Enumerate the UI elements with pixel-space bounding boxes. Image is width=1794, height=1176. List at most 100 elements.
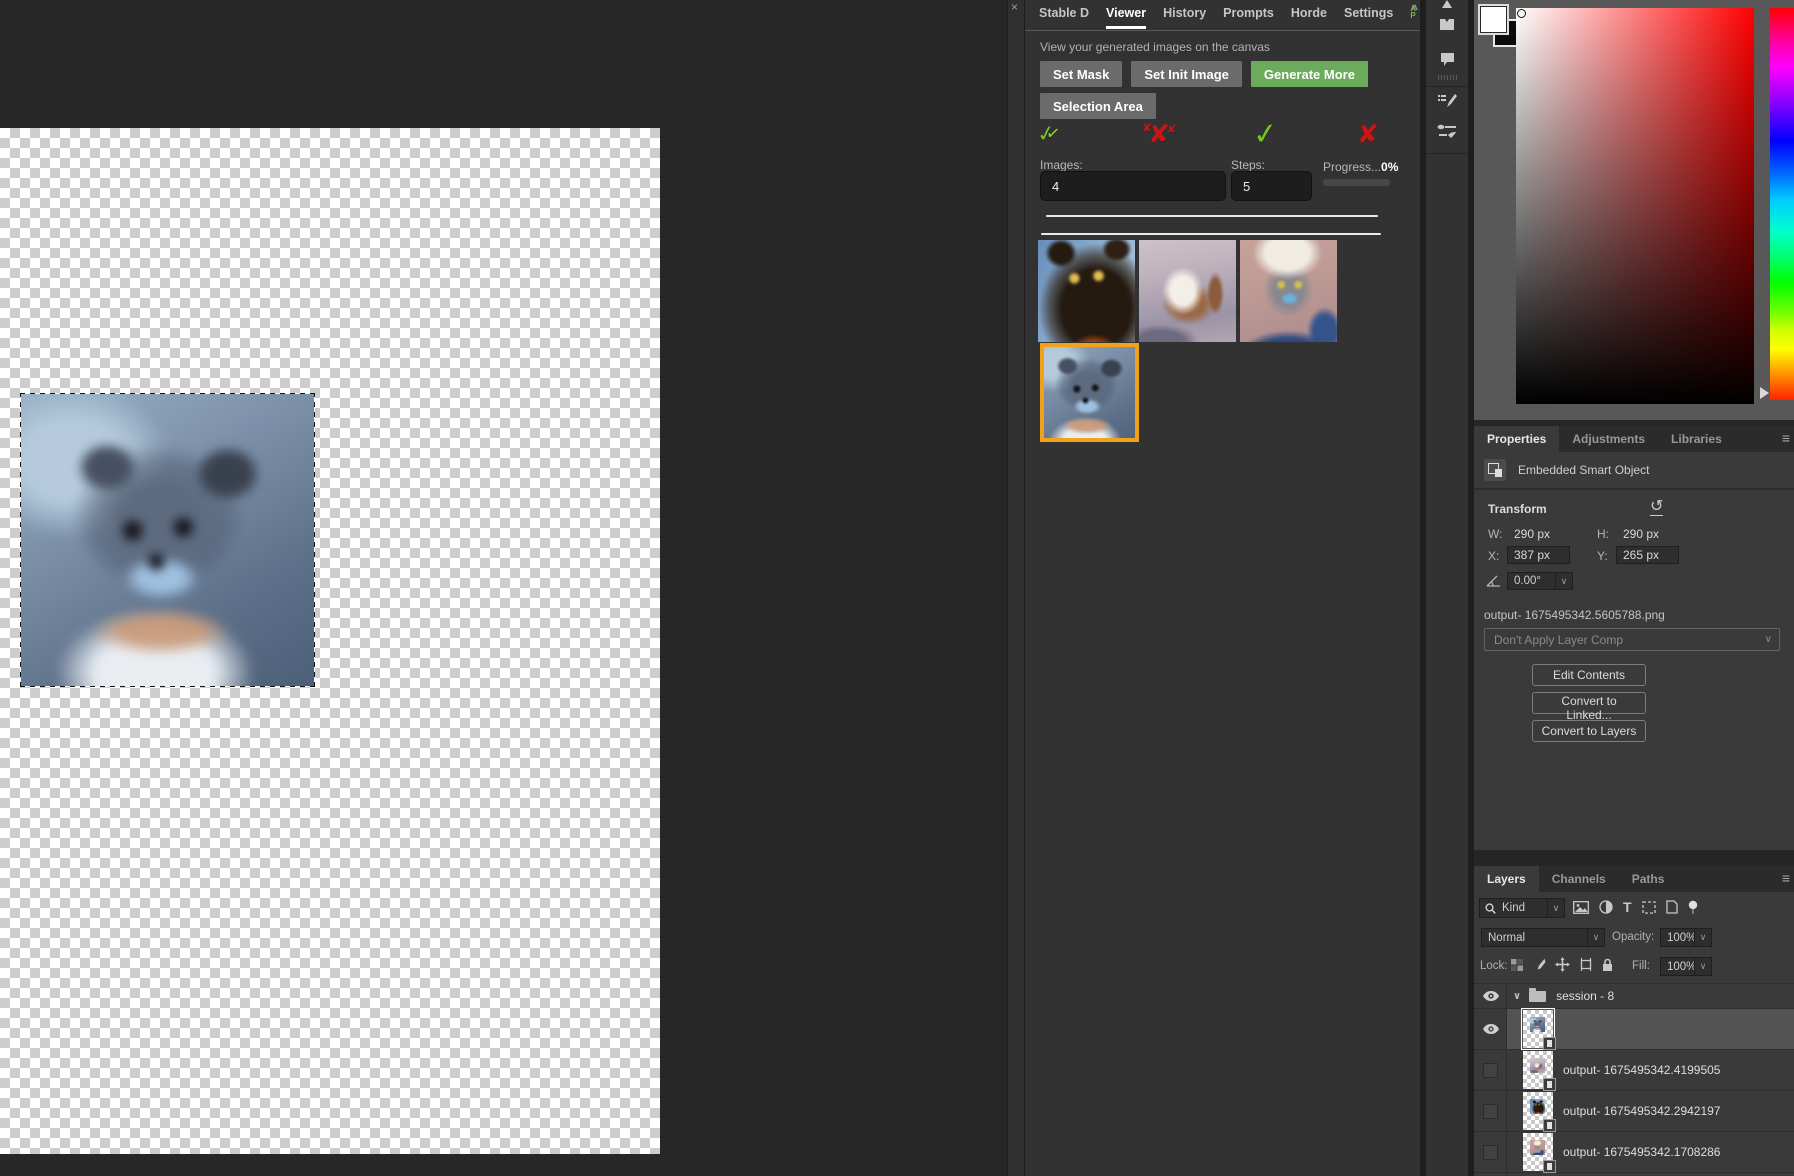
layer-group-row[interactable]: ∨ session - 8 <box>1474 984 1794 1008</box>
layer-name: output- 1675495342.1708286 <box>1563 1145 1720 1159</box>
foreground-color-swatch[interactable] <box>1480 6 1507 33</box>
layer-row[interactable]: output- 1675495342.2942197 <box>1474 1091 1794 1131</box>
steps-label: Steps: <box>1231 158 1265 172</box>
visibility-toggle[interactable] <box>1474 991 1507 1001</box>
convert-to-linked-button[interactable]: Convert to Linked... <box>1532 692 1646 714</box>
shape-filter-icon[interactable] <box>1642 901 1656 914</box>
layer-row-selected[interactable]: output- 1675495342.5605788 <box>1474 1009 1794 1049</box>
generated-thumb-1[interactable] <box>1038 240 1135 342</box>
lock-all-icon[interactable] <box>1602 958 1613 972</box>
tab-stable-d[interactable]: Stable D <box>1039 6 1089 26</box>
layer-thumbnail[interactable] <box>1523 1133 1553 1171</box>
lock-transparency-icon[interactable] <box>1510 958 1524 972</box>
kind-filter-select[interactable]: Kind ∨ <box>1479 898 1565 918</box>
images-label: Images: <box>1040 158 1083 172</box>
generated-thumb-2[interactable] <box>1139 240 1236 342</box>
document-canvas[interactable] <box>0 128 660 1154</box>
set-init-image-button[interactable]: Set Init Image <box>1131 61 1242 87</box>
color-gradient-field[interactable] <box>1516 8 1754 404</box>
chevron-down-icon: ∨ <box>1694 929 1711 946</box>
smart-object-filter-icon[interactable] <box>1666 900 1678 914</box>
y-input[interactable]: 265 px <box>1616 546 1679 564</box>
fill-select[interactable]: 100% ∨ <box>1660 957 1712 976</box>
x-label: X: <box>1488 549 1499 563</box>
layer-thumbnail[interactable] <box>1523 1010 1553 1048</box>
convert-to-layers-button[interactable]: Convert to Layers <box>1532 720 1646 742</box>
pen-icon[interactable] <box>1438 0 1456 8</box>
tab-settings[interactable]: Settings <box>1344 6 1393 26</box>
lock-label: Lock: <box>1480 960 1508 972</box>
layer-name: output- 1675495342.2942197 <box>1563 1104 1720 1118</box>
dock-grip[interactable] <box>1426 75 1468 80</box>
opacity-label: Opacity: <box>1612 931 1654 943</box>
reset-transform-icon[interactable]: ↺ <box>1650 498 1663 516</box>
generated-thumb-4-selected[interactable] <box>1040 343 1139 442</box>
brush-settings-icon[interactable] <box>1437 93 1457 110</box>
type-filter-icon[interactable]: T <box>1623 899 1632 915</box>
hue-slider-handle[interactable] <box>1760 387 1769 399</box>
comments-icon[interactable] <box>1439 51 1456 67</box>
progress-label: Progress...0% <box>1323 160 1398 174</box>
visibility-toggle[interactable] <box>1474 1145 1507 1160</box>
set-mask-button[interactable]: Set Mask <box>1040 61 1122 87</box>
tab-libraries[interactable]: Libraries <box>1658 426 1735 452</box>
generate-more-button[interactable]: Generate More <box>1251 61 1368 87</box>
x-input[interactable]: 387 px <box>1507 546 1570 564</box>
visibility-toggle[interactable] <box>1474 1063 1507 1078</box>
tab-history[interactable]: History <box>1163 6 1206 26</box>
smart-object-filename: output- 1675495342.5605788.png <box>1484 608 1665 622</box>
group-expand-icon[interactable]: ∨ <box>1513 991 1521 1002</box>
panel-menu-icon[interactable]: ≡ <box>1782 430 1790 446</box>
tab-adjustments[interactable]: Adjustments <box>1559 426 1658 452</box>
hue-bar[interactable] <box>1770 8 1794 400</box>
pixel-filter-icon[interactable] <box>1573 901 1589 914</box>
generated-thumb-3[interactable] <box>1240 240 1337 342</box>
color-picker-marker[interactable] <box>1517 9 1526 18</box>
panel-scrollbar[interactable]: × <box>1007 0 1025 1176</box>
layer-row[interactable]: output- 1675495342.1708286 <box>1474 1132 1794 1172</box>
tab-paths[interactable]: Paths <box>1619 866 1678 892</box>
layer-comp-select[interactable]: Don't Apply Layer Comp ∨ <box>1484 628 1780 651</box>
layer-thumbnail[interactable] <box>1523 1051 1553 1089</box>
images-input[interactable] <box>1040 171 1226 201</box>
blend-mode-select[interactable]: Normal ∨ <box>1481 928 1605 947</box>
tab-horde[interactable]: Horde <box>1291 6 1327 26</box>
close-icon[interactable]: × <box>1011 0 1018 14</box>
angle-select[interactable]: 0.00° ∨ <box>1507 572 1573 590</box>
visibility-toggle[interactable] <box>1474 1024 1507 1034</box>
cross-icon: ✘ <box>1357 116 1379 152</box>
eye-icon <box>1483 991 1499 1001</box>
tab-prompts[interactable]: Prompts <box>1223 6 1274 26</box>
angle-value: 0.00° <box>1508 575 1555 587</box>
filter-toggle-icon[interactable] <box>1688 900 1698 915</box>
adjustment-filter-icon[interactable] <box>1599 900 1613 914</box>
opacity-select[interactable]: 100% ∨ <box>1660 928 1712 947</box>
brushes-icon[interactable] <box>1437 123 1457 139</box>
tab-viewer[interactable]: Viewer <box>1106 6 1146 29</box>
object-type-label: Embedded Smart Object <box>1518 463 1649 477</box>
tab-channels[interactable]: Channels <box>1539 866 1619 892</box>
lock-position-icon[interactable] <box>1555 957 1570 972</box>
lock-pixels-icon[interactable] <box>1533 958 1546 971</box>
chevron-down-icon: ∨ <box>1555 573 1572 589</box>
w-value: 290 px <box>1514 527 1550 541</box>
layer-row[interactable]: output- 1675495342.4199505 <box>1474 1050 1794 1090</box>
y-label: Y: <box>1597 549 1608 563</box>
panel-menu-icon[interactable]: ≡ <box>1782 870 1790 886</box>
tab-layers[interactable]: Layers <box>1474 866 1539 892</box>
generated-image-selection[interactable] <box>20 393 315 687</box>
search-icon <box>1485 903 1496 914</box>
scroll-up-icon[interactable]: ^ <box>1411 2 1418 16</box>
generated-cat-image[interactable] <box>21 394 314 686</box>
visibility-toggle[interactable] <box>1474 1104 1507 1119</box>
layer-thumbnail[interactable] <box>1523 1092 1553 1130</box>
smart-object-badge <box>1543 1160 1556 1173</box>
lock-artboard-icon[interactable] <box>1579 958 1593 971</box>
panel-gap <box>1474 850 1794 866</box>
progress-bar <box>1323 179 1390 186</box>
steps-input[interactable] <box>1231 171 1312 201</box>
library-icon[interactable] <box>1438 17 1456 32</box>
edit-contents-button[interactable]: Edit Contents <box>1532 664 1646 686</box>
chevron-down-icon: ∨ <box>1587 929 1604 946</box>
tab-properties[interactable]: Properties <box>1474 426 1559 452</box>
